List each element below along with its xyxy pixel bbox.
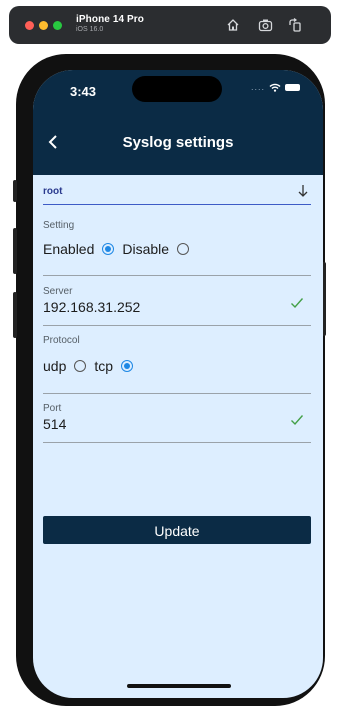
user-select-value: root [43, 186, 63, 197]
port-input[interactable]: 514 [43, 416, 66, 432]
update-button[interactable]: Update [43, 516, 311, 544]
status-time: 3:43 [70, 84, 97, 99]
protocol-udp-label: udp [43, 358, 67, 374]
rotate-icon[interactable] [286, 16, 304, 34]
setting-disable-label: Disable [122, 241, 170, 257]
divider [43, 393, 311, 394]
home-icon[interactable] [224, 16, 242, 34]
check-icon [291, 298, 304, 309]
status-icons: .... [251, 82, 301, 92]
signal-icon: .... [251, 82, 266, 92]
home-indicator[interactable] [127, 684, 231, 688]
setting-enabled-radio[interactable] [102, 243, 115, 255]
page-title: Syslog settings [122, 134, 234, 151]
arrow-down-icon [298, 185, 308, 197]
user-select[interactable]: root [43, 182, 311, 205]
simulator-os-version: iOS 16.0 [76, 26, 104, 33]
volume-up-button [13, 228, 17, 274]
dynamic-island [132, 76, 222, 102]
protocol-udp-radio[interactable] [74, 360, 87, 372]
protocol-tcp-radio[interactable] [121, 360, 134, 372]
divider [43, 442, 311, 443]
server-label: Server [43, 286, 73, 297]
divider [43, 275, 311, 276]
close-window-button[interactable] [25, 21, 34, 30]
screenshot-icon[interactable] [256, 16, 274, 34]
wifi-icon [269, 83, 281, 92]
protocol-radio-group: udp tcp [43, 358, 141, 374]
protocol-tcp-label: tcp [94, 358, 114, 374]
setting-enabled-label: Enabled [43, 241, 95, 257]
app-header: 3:43 .... Syslog settings [33, 70, 323, 175]
protocol-label: Protocol [43, 335, 80, 346]
setting-radio-group: Enabled Disable [43, 241, 197, 257]
zoom-window-button[interactable] [53, 21, 62, 30]
silent-switch [13, 180, 17, 202]
setting-label: Setting [43, 220, 75, 231]
device-screen: 3:43 .... Syslog settings root Setting E… [33, 70, 323, 698]
divider [43, 325, 311, 326]
server-input[interactable]: 192.168.31.252 [43, 299, 140, 315]
check-icon [291, 415, 304, 426]
simulator-title-bar: iPhone 14 Pro iOS 16.0 [9, 6, 331, 44]
setting-disable-radio[interactable] [177, 243, 190, 255]
battery-icon [285, 83, 301, 91]
volume-down-button [13, 292, 17, 338]
simulator-device-name: iPhone 14 Pro [76, 14, 144, 25]
minimize-window-button[interactable] [39, 21, 48, 30]
port-label: Port [43, 403, 62, 414]
